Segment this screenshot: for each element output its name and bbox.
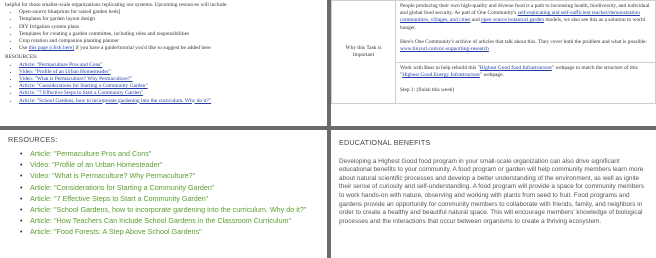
section-title: EDUCATIONAL BENEFITS bbox=[339, 138, 431, 147]
list-item: Article: "7 Effective Steps to Start a C… bbox=[8, 193, 319, 204]
row-label: Why this Task is Important bbox=[331, 0, 396, 104]
resource-link[interactable]: Article: "7 Effective Steps to Start a C… bbox=[19, 90, 143, 96]
resource-link[interactable]: Article: "Considerations for Starting a … bbox=[30, 183, 214, 192]
resources-panel: RESOURCES: Article: "Permaculture Pros a… bbox=[0, 130, 327, 258]
resources-heading: RESOURCES: bbox=[5, 54, 38, 61]
resource-link[interactable]: Article: "Considerations for Starting a … bbox=[19, 83, 148, 89]
table-row: Why this Task is Important People produc… bbox=[331, 0, 656, 104]
upcoming-resources-list: Open-source blueprints for raised garden… bbox=[5, 9, 322, 52]
list-item: Article: "7 Effective Steps to Start a C… bbox=[19, 90, 322, 97]
step-text: Step 1: (finish this week) bbox=[400, 86, 455, 93]
list-item: Article: "Considerations for Starting a … bbox=[8, 182, 319, 193]
importance-paragraph: People producing their own high-quality … bbox=[400, 3, 651, 32]
resource-link[interactable]: Article: "7 Effective Steps to Start a C… bbox=[30, 194, 208, 203]
text: Work with Bear to help rebuild this " bbox=[400, 65, 480, 72]
energy-infrastructure-link[interactable]: Highest Good Energy Infrastructure bbox=[402, 72, 480, 78]
list-item: Article: "Permaculture Pros and Cons" bbox=[19, 62, 322, 69]
task-table: Why this Task is Important People produc… bbox=[331, 0, 656, 104]
educational-benefits-panel: EDUCATIONAL BENEFITS Developing a Highes… bbox=[331, 130, 656, 258]
research-archive-link[interactable]: www.tinyurl.com/oc-supporting-research bbox=[400, 46, 489, 52]
text: Here's One Community's archive of articl… bbox=[400, 38, 647, 45]
archive-paragraph: Here's One Community's archive of articl… bbox=[400, 39, 651, 53]
list-item: Templates for creating a garden committe… bbox=[19, 31, 322, 38]
list-item: Templates for garden layout design bbox=[19, 16, 322, 23]
list-item: Video: "What is Permaculture? Why Permac… bbox=[8, 170, 319, 181]
resource-link[interactable]: Video: "What is Permaculture? Why Permac… bbox=[30, 171, 195, 180]
list-item: Article: "School Gardens, how to incorpo… bbox=[8, 204, 319, 215]
list-item: Use this page (click here) if you have a… bbox=[19, 45, 322, 52]
resource-link[interactable]: Article: "Permaculture Pros and Cons" bbox=[30, 149, 151, 158]
resource-link[interactable]: Video: "What is Permaculture? Why Permac… bbox=[19, 76, 132, 82]
list-item: Video: "Profile of an Urban Homesteader" bbox=[19, 69, 322, 76]
resources-title: RESOURCES: bbox=[8, 135, 58, 144]
importance-cell: People producing their own high-quality … bbox=[395, 0, 656, 64]
resource-link[interactable]: Article: "How Teachers Can Include Schoo… bbox=[30, 216, 291, 225]
list-item: Article: "School Gardens, how to incorpo… bbox=[19, 98, 322, 105]
list-item: Article: "Permaculture Pros and Cons" bbox=[8, 148, 319, 159]
task-paragraph: Work with Bear to help rebuild this "Hig… bbox=[400, 65, 651, 79]
resource-link[interactable]: Video: "Profile of an Urban Homesteader" bbox=[19, 69, 111, 75]
suggest-guide-link[interactable]: this page (click here) bbox=[29, 45, 74, 51]
resource-link[interactable]: Article: "Food Forests: A Step Above Sch… bbox=[30, 227, 202, 236]
task-cell: Work with Bear to help rebuild this "Hig… bbox=[395, 62, 656, 104]
food-infrastructure-link[interactable]: Highest Good food Infrastructure bbox=[480, 65, 552, 71]
resources-list: Article: "Permaculture Pros and Cons" Vi… bbox=[5, 62, 322, 105]
resource-link[interactable]: Article: "Permaculture Pros and Cons" bbox=[19, 62, 102, 68]
botanical-garden-link[interactable]: open source botanical garden bbox=[481, 17, 544, 23]
request-suffix: if you have a guide/tutorial you'd like … bbox=[74, 45, 211, 52]
text: " webpage. bbox=[479, 72, 504, 79]
resource-link[interactable]: Article: "School Gardens, how to incorpo… bbox=[19, 98, 211, 104]
list-item: Article: "Food Forests: A Step Above Sch… bbox=[8, 226, 319, 237]
list-item: Video: "Profile of an Urban Homesteader" bbox=[8, 159, 319, 170]
task-table-panel: Why this Task is Important People produc… bbox=[331, 0, 656, 126]
resource-link[interactable]: Video: "Profile of an Urban Homesteader" bbox=[30, 160, 162, 169]
benefits-body: Developing a Highest Good food program i… bbox=[339, 157, 645, 225]
upcoming-resources-panel: helpful for those smaller-scale organiza… bbox=[0, 0, 327, 126]
list-item: Article: "How Teachers Can Include Schoo… bbox=[8, 215, 319, 226]
resource-link[interactable]: Article: "School Gardens, how to incorpo… bbox=[30, 205, 306, 214]
text: and bbox=[470, 17, 481, 24]
request-prefix: Use bbox=[19, 45, 29, 52]
list-item: DIY Irrigation system plans bbox=[19, 24, 322, 31]
resources-list: Article: "Permaculture Pros and Cons" Vi… bbox=[8, 148, 319, 238]
